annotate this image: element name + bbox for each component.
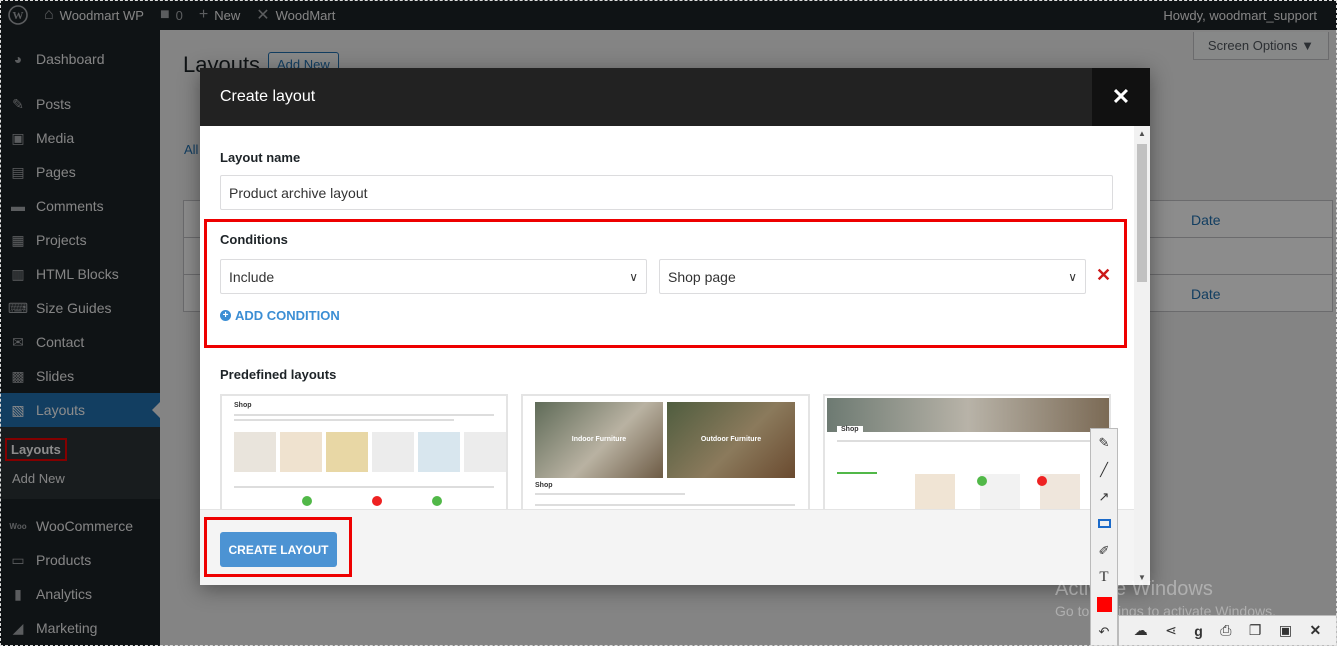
modal-body: Layout name Conditions Include ∨ Shop pa…: [200, 126, 1134, 509]
condition-target-select[interactable]: Shop page ∨: [659, 259, 1086, 294]
thumbnail-title: Shop: [234, 402, 252, 409]
google-search-icon[interactable]: g: [1194, 623, 1203, 639]
product-image: [418, 432, 460, 472]
category-image: Outdoor Furniture: [667, 402, 795, 478]
product-image: [464, 432, 506, 472]
capture-toolbar: ☁ ⋖ g ⎙ ❐ ▣ ✕: [1118, 615, 1337, 646]
sale-badge: [372, 496, 382, 506]
sale-badge: [1037, 476, 1047, 486]
thumbnail-title: Shop: [535, 482, 553, 489]
predefined-layout-thumbnail[interactable]: Shop: [220, 394, 508, 509]
chevron-down-icon: ∨: [629, 269, 638, 284]
close-icon[interactable]: ✕: [1092, 68, 1150, 126]
thumbnail-title: Shop: [837, 426, 863, 433]
close-icon[interactable]: ✕: [1310, 622, 1322, 639]
layout-name-input[interactable]: [220, 175, 1113, 210]
undo-icon[interactable]: ↶: [1091, 618, 1117, 645]
line-icon[interactable]: ╱: [1091, 456, 1117, 483]
print-icon[interactable]: ⎙: [1220, 622, 1231, 639]
create-layout-button[interactable]: CREATE LAYOUT: [220, 532, 337, 567]
banner-image: [827, 398, 1109, 432]
scroll-up-icon[interactable]: ▲: [1138, 129, 1146, 138]
modal-footer: CREATE LAYOUT: [200, 509, 1134, 585]
chevron-down-icon: ∨: [1068, 269, 1077, 284]
plus-circle-icon: +: [220, 310, 231, 321]
text-placeholder: [535, 504, 795, 506]
activate-windows-title: Activate Windows: [1055, 578, 1213, 600]
text-icon[interactable]: T: [1091, 564, 1117, 591]
condition-type-select[interactable]: Include ∨: [220, 259, 647, 294]
product-image: [372, 432, 414, 472]
text-placeholder: [234, 486, 494, 488]
upload-cloud-icon[interactable]: ☁: [1134, 622, 1148, 639]
product-image: [326, 432, 368, 472]
share-icon[interactable]: ⋖: [1165, 622, 1177, 639]
price-slider: [837, 472, 877, 474]
text-placeholder: [837, 440, 1097, 442]
category-label: Outdoor Furniture: [700, 436, 762, 443]
remove-condition-icon[interactable]: ✕: [1096, 265, 1111, 286]
predefined-layouts-label: Predefined layouts: [220, 367, 337, 382]
pen-icon[interactable]: ✎: [1091, 429, 1117, 456]
modal-scrollbar[interactable]: ▲ ▼: [1134, 126, 1150, 585]
modal-header: Create layout ✕: [200, 68, 1150, 126]
copy-icon[interactable]: ❐: [1249, 622, 1262, 639]
category-image: Indoor Furniture: [535, 402, 663, 478]
conditions-label: Conditions: [220, 232, 288, 247]
rectangle-icon[interactable]: [1091, 510, 1117, 537]
product-image: [280, 432, 322, 472]
condition-type-value: Include: [229, 268, 275, 285]
color-picker[interactable]: [1091, 591, 1117, 618]
predefined-layout-thumbnail[interactable]: Shop: [823, 394, 1111, 509]
sale-badge: [302, 496, 312, 506]
text-placeholder: [234, 419, 454, 421]
layout-name-label: Layout name: [220, 150, 301, 165]
sale-badge: [977, 476, 987, 486]
modal-title: Create layout: [220, 88, 316, 105]
product-image: [234, 432, 276, 472]
predefined-layout-thumbnail[interactable]: Indoor Furniture Outdoor Furniture Shop: [521, 394, 810, 509]
create-layout-modal: Create layout ✕ Layout name Conditions I…: [200, 68, 1150, 585]
add-condition-button[interactable]: + ADD CONDITION: [220, 308, 340, 323]
scrollbar-thumb[interactable]: [1137, 144, 1147, 282]
save-icon[interactable]: ▣: [1279, 622, 1292, 639]
arrow-icon[interactable]: ↗: [1091, 483, 1117, 510]
category-label: Indoor Furniture: [571, 436, 627, 443]
add-condition-label: ADD CONDITION: [235, 308, 340, 323]
text-placeholder: [535, 493, 685, 495]
product-image: [915, 474, 955, 509]
sale-badge: [432, 496, 442, 506]
annotation-toolbar: ✎ ╱ ↗ ✐ T ↶: [1090, 428, 1118, 646]
condition-target-value: Shop page: [668, 268, 736, 285]
text-placeholder: [234, 414, 494, 416]
marker-icon[interactable]: ✐: [1091, 537, 1117, 564]
